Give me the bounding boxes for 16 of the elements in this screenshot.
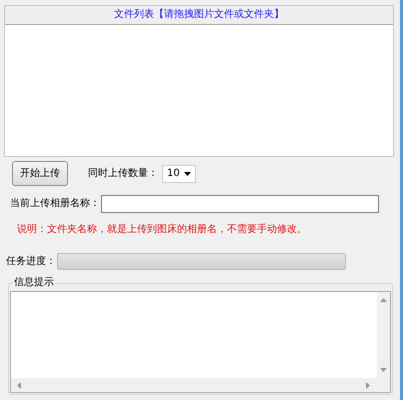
scroll-up-icon[interactable] [380,298,387,302]
scroll-left-icon[interactable] [17,382,21,389]
concurrency-label: 同时上传数量： [88,168,158,180]
note-text: 说明：文件夹名称，就是上传到图床的相册名，不需要手动修改。 [17,224,308,236]
album-name-field[interactable] [101,195,379,213]
file-list-header: 文件列表【请拖拽图片文件或文件夹】 [5,6,393,25]
progress-label: 任务进度： [6,256,57,268]
caret-icon [184,172,191,176]
file-list-panel[interactable]: 文件列表【请拖拽图片文件或文件夹】 [4,5,394,157]
album-name-label: 当前上传相册名称： [10,198,101,210]
concurrency-dropdown[interactable]: 10 [162,164,196,182]
scroll-right-icon[interactable] [366,382,370,389]
scroll-down-icon[interactable] [380,368,387,372]
vertical-scrollbar[interactable] [377,292,390,378]
start-upload-button[interactable]: 开始上传 [12,161,68,186]
horizontal-scrollbar[interactable] [11,378,390,392]
